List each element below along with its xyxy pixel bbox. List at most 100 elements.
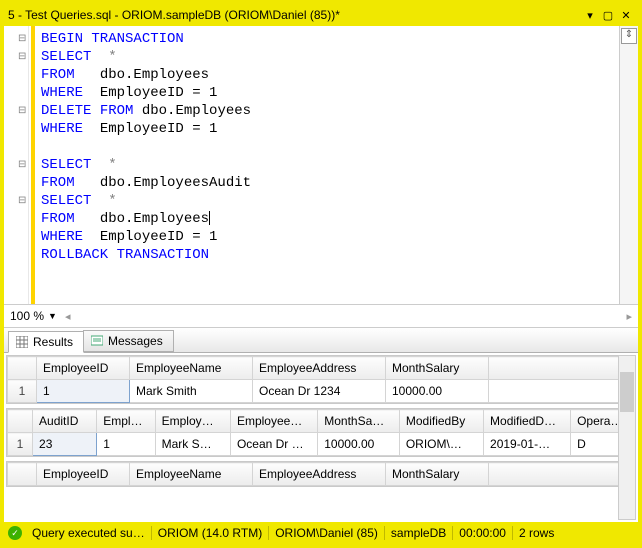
tab-results[interactable]: Results <box>8 331 84 353</box>
col-employeeid[interactable]: Empl… <box>97 410 155 433</box>
split-toggle-icon[interactable]: ⇕ <box>621 28 637 44</box>
col-employeeaddress[interactable]: EmployeeAddress <box>253 463 386 486</box>
cell-employeeaddress[interactable]: Ocean Dr 1234 <box>253 380 386 403</box>
col-empty <box>489 463 635 486</box>
fold-icon[interactable]: ⊟ <box>18 102 26 120</box>
results-tabs: Results Messages <box>4 328 638 353</box>
scrollbar-thumb[interactable] <box>620 372 634 412</box>
cell-employeeaddress[interactable]: Ocean Dr … <box>230 433 317 456</box>
text-caret <box>209 211 210 225</box>
window-context-icon[interactable]: ▾ <box>582 7 598 23</box>
titlebar[interactable]: 5 - Test Queries.sql - ORIOM.sampleDB (O… <box>4 4 638 26</box>
hscroll-right-icon[interactable]: ▸ <box>626 310 632 323</box>
obj-employees: dbo.Employees <box>133 103 251 119</box>
col-auditid[interactable]: AuditID <box>33 410 97 433</box>
status-rows: 2 rows <box>513 526 560 540</box>
kw-begin-transaction: BEGIN TRANSACTION <box>41 31 184 47</box>
row-number[interactable]: 1 <box>8 433 33 456</box>
cell-modifiedby[interactable]: ORIOM\… <box>399 433 483 456</box>
kw-from: FROM <box>41 175 75 191</box>
star-op: * <box>91 193 116 209</box>
kw-select: SELECT <box>41 49 91 65</box>
result-grid-3[interactable]: EmployeeID EmployeeName EmployeeAddress … <box>6 461 636 487</box>
messages-icon <box>90 334 104 348</box>
col-employeeid[interactable]: EmployeeID <box>37 357 130 380</box>
col-monthsalary[interactable]: MonthSa… <box>318 410 400 433</box>
cell-employeename[interactable]: Mark S… <box>155 433 230 456</box>
tab-results-label: Results <box>33 335 73 349</box>
sql-editor[interactable]: ⊟ ⊟ ⊟ ⊟ ⊟ BEGIN TRANSACTION SELECT * FRO… <box>4 26 638 305</box>
zoom-dropdown-icon[interactable]: ▼ <box>48 311 57 321</box>
code-text[interactable]: BEGIN TRANSACTION SELECT * FROM dbo.Empl… <box>35 26 619 304</box>
kw-select: SELECT <box>41 193 91 209</box>
editor-gutter: ⊟ ⊟ ⊟ ⊟ ⊟ <box>4 26 29 304</box>
table-header: EmployeeID EmployeeName EmployeeAddress … <box>8 463 635 486</box>
col-empty <box>489 357 635 380</box>
corner-cell[interactable] <box>8 357 37 380</box>
col-employeename[interactable]: EmployeeName <box>130 357 253 380</box>
cell-modifieddate[interactable]: 2019-01-… <box>484 433 571 456</box>
col-employeeid[interactable]: EmployeeID <box>37 463 130 486</box>
obj-employeesaudit: dbo.EmployeesAudit <box>75 175 251 191</box>
corner-cell[interactable] <box>8 463 37 486</box>
col-employeeaddress[interactable]: Employee… <box>230 410 317 433</box>
content-area: ⊟ ⊟ ⊟ ⊟ ⊟ BEGIN TRANSACTION SELECT * FRO… <box>4 26 638 544</box>
obj-employees: dbo.Employees <box>75 67 209 83</box>
result-grid-1[interactable]: EmployeeID EmployeeName EmployeeAddress … <box>6 355 636 404</box>
col-employeename[interactable]: EmployeeName <box>130 463 253 486</box>
kw-from: FROM <box>41 67 75 83</box>
tab-messages-label: Messages <box>108 334 163 348</box>
sql-query-window: 5 - Test Queries.sql - ORIOM.sampleDB (O… <box>0 0 642 548</box>
fold-icon[interactable]: ⊟ <box>18 30 26 48</box>
col-employeename[interactable]: Employ… <box>155 410 230 433</box>
window-title: 5 - Test Queries.sql - ORIOM.sampleDB (O… <box>8 8 580 22</box>
zoom-value[interactable]: 100 % <box>10 309 44 323</box>
col-monthsalary[interactable]: MonthSalary <box>386 463 489 486</box>
kw-where: WHERE <box>41 229 83 245</box>
table-header: EmployeeID EmployeeName EmployeeAddress … <box>8 357 635 380</box>
table-row[interactable]: 1 1 Mark Smith Ocean Dr 1234 10000.00 <box>8 380 635 403</box>
table-header: AuditID Empl… Employ… Employee… MonthSa…… <box>8 410 635 433</box>
col-monthsalary[interactable]: MonthSalary <box>386 357 489 380</box>
cell-employeeid[interactable]: 1 <box>37 380 130 403</box>
result-grid-2[interactable]: AuditID Empl… Employ… Employee… MonthSa…… <box>6 408 636 457</box>
status-time: 00:00:00 <box>453 526 513 540</box>
fold-icon[interactable]: ⊟ <box>18 192 26 210</box>
star-op: * <box>91 157 116 173</box>
cell-monthsalary[interactable]: 10000.00 <box>386 380 489 403</box>
success-icon: ✓ <box>8 526 22 540</box>
status-message: Query executed su… <box>26 526 152 540</box>
table-row[interactable]: 1 23 1 Mark S… Ocean Dr … 10000.00 ORIOM… <box>8 433 635 456</box>
results-vscrollbar[interactable] <box>618 355 636 520</box>
obj-employees: dbo.Employees <box>75 211 209 227</box>
corner-cell[interactable] <box>8 410 33 433</box>
hscroll-left-icon[interactable]: ◂ <box>65 310 71 323</box>
kw-from: FROM <box>41 211 75 227</box>
col-modifieddate[interactable]: ModifiedD… <box>484 410 571 433</box>
editor-splitter-bar: ⇕ <box>619 26 638 304</box>
row-number[interactable]: 1 <box>8 380 37 403</box>
status-user: ORIOM\Daniel (85) <box>269 526 385 540</box>
window-maximize-icon[interactable]: ▢ <box>600 7 616 23</box>
cond-empid: EmployeeID = 1 <box>83 229 217 245</box>
cell-employeeid[interactable]: 1 <box>97 433 155 456</box>
fold-icon[interactable]: ⊟ <box>18 156 26 174</box>
star-op: * <box>91 49 116 65</box>
window-close-icon[interactable]: ✕ <box>618 7 634 23</box>
cell-auditid[interactable]: 23 <box>33 433 97 456</box>
col-modifiedby[interactable]: ModifiedBy <box>399 410 483 433</box>
kw-where: WHERE <box>41 121 83 137</box>
kw-from: FROM <box>91 103 133 119</box>
cond-empid: EmployeeID = 1 <box>83 85 217 101</box>
status-server: ORIOM (14.0 RTM) <box>152 526 269 540</box>
col-employeeaddress[interactable]: EmployeeAddress <box>253 357 386 380</box>
kw-rollback-transaction: ROLLBACK TRANSACTION <box>41 247 209 263</box>
kw-delete: DELETE <box>41 103 91 119</box>
cell-monthsalary[interactable]: 10000.00 <box>318 433 400 456</box>
tab-messages[interactable]: Messages <box>83 330 174 352</box>
cell-employeename[interactable]: Mark Smith <box>130 380 253 403</box>
fold-icon[interactable]: ⊟ <box>18 48 26 66</box>
kw-select: SELECT <box>41 157 91 173</box>
cond-empid: EmployeeID = 1 <box>83 121 217 137</box>
grid-icon <box>15 335 29 349</box>
